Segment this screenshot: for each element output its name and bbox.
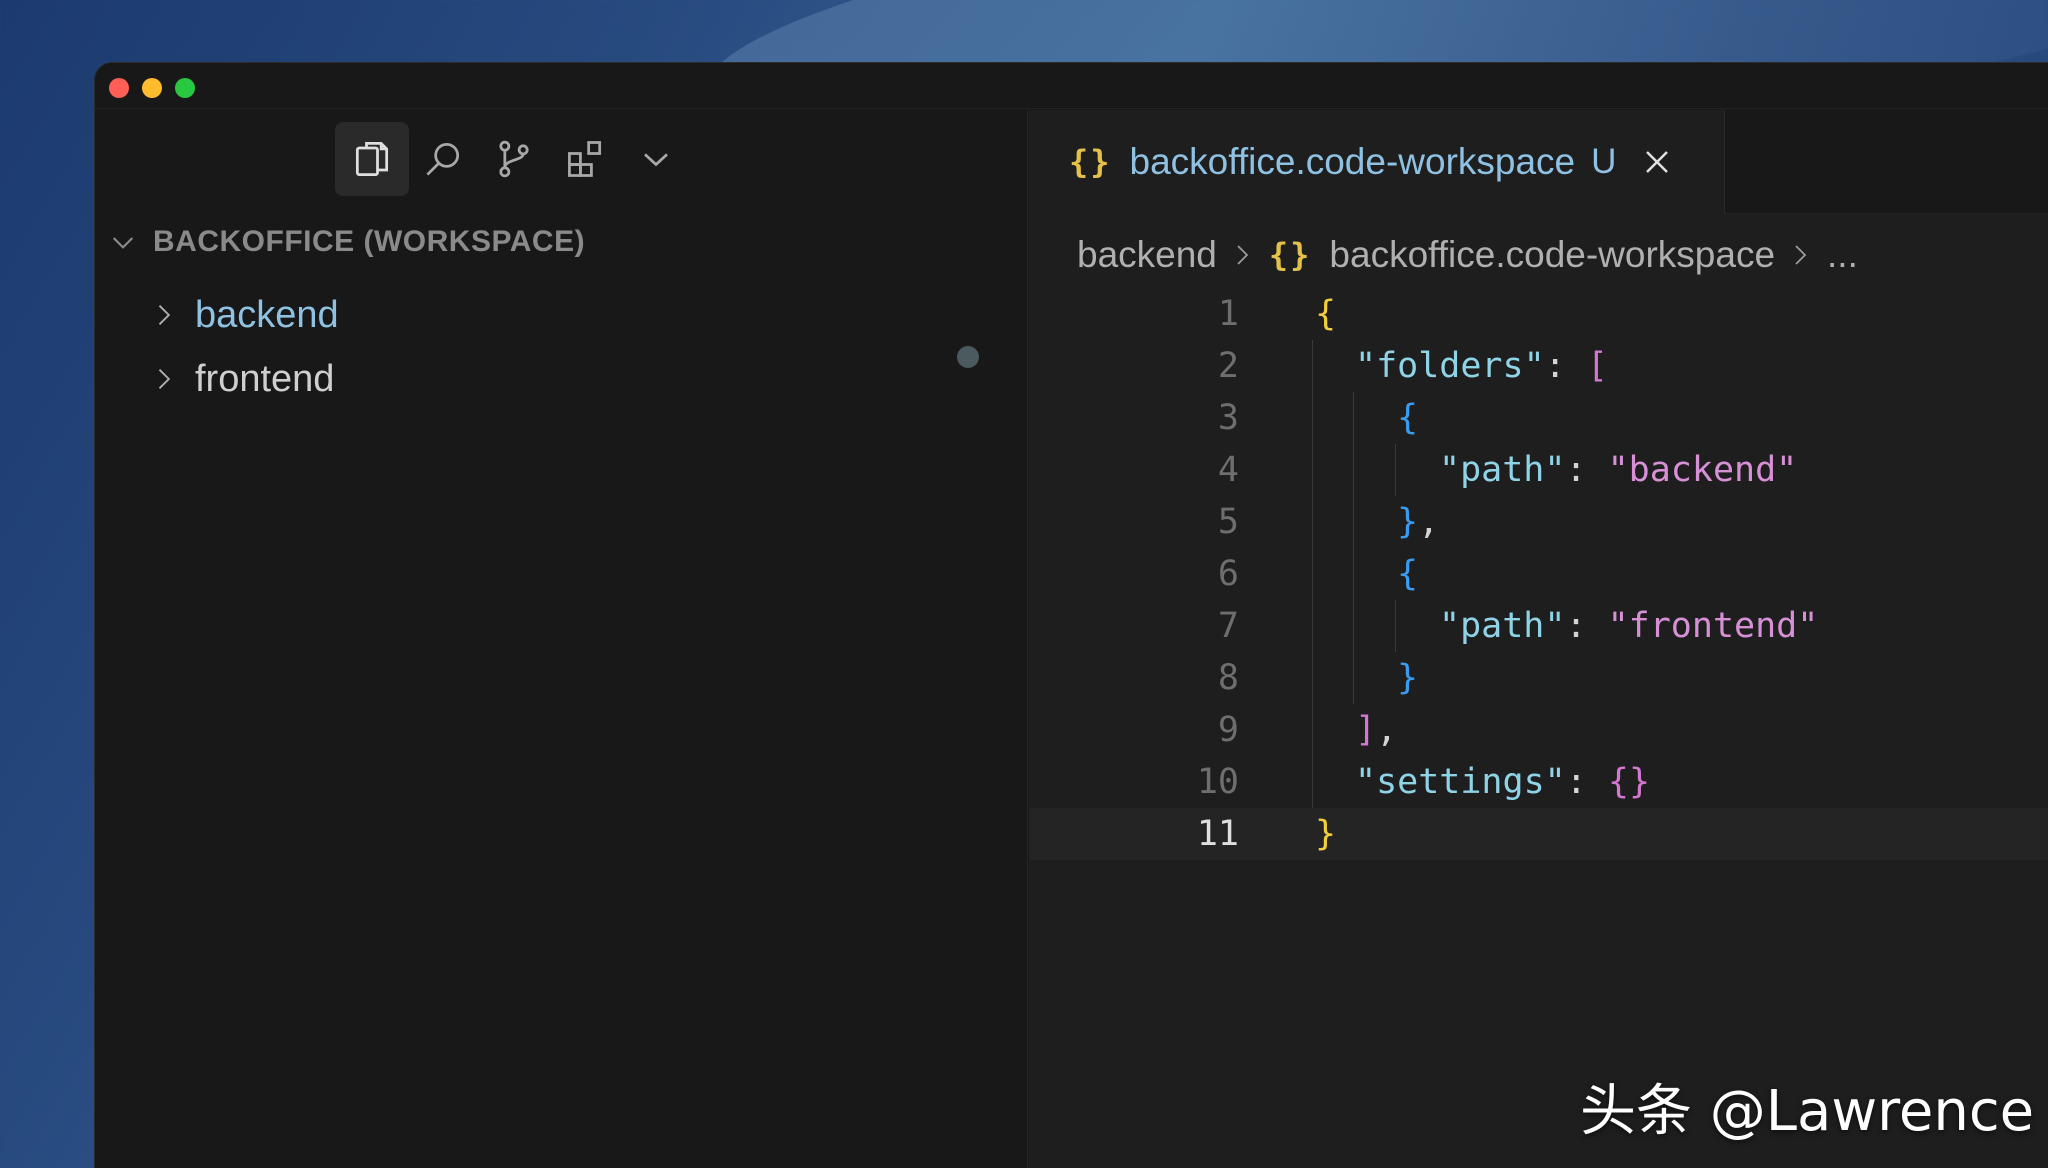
watermark: 头条 @Lawrence — [1580, 1079, 2035, 1144]
code-text: "path": "backend" — [1439, 444, 1797, 496]
code-token: : — [1565, 762, 1608, 802]
code-token: "backend" — [1607, 450, 1798, 490]
code-token: } — [1397, 658, 1419, 698]
code-token: {} — [1607, 762, 1651, 802]
workspace-title: BACKOFFICE (WORKSPACE) — [153, 225, 586, 258]
line-number: 3 — [1217, 398, 1239, 438]
indent-guide — [1353, 392, 1354, 704]
source-control-button[interactable] — [477, 122, 551, 196]
code-line[interactable]: 7 "path": "frontend" — [1029, 600, 2048, 652]
modified-indicator — [957, 346, 979, 368]
code-token: "settings" — [1355, 762, 1566, 802]
line-number: 5 — [1217, 502, 1239, 542]
code-token: , — [1418, 502, 1440, 542]
indent-guide — [1312, 340, 1313, 808]
code-token: } — [1315, 814, 1337, 854]
breadcrumb: backend {} backoffice.code-workspace ... — [1077, 230, 1858, 280]
explorer-icon — [355, 142, 389, 176]
code-token: { — [1397, 554, 1419, 594]
chevron-down-icon — [644, 153, 668, 167]
code-line[interactable]: 4 "path": "backend" — [1029, 444, 2048, 496]
extensions-icon — [568, 141, 602, 177]
line-number: 10 — [1196, 762, 1239, 802]
code-line[interactable]: 8} — [1029, 652, 2048, 704]
line-number: 7 — [1217, 606, 1239, 646]
tree-item-label: frontend — [195, 357, 335, 400]
tree-item-backend[interactable]: backend — [149, 290, 339, 340]
untracked-badge: U — [1591, 142, 1617, 181]
line-number: 9 — [1217, 710, 1239, 750]
json-file-icon: {} — [1069, 143, 1112, 181]
chevron-right-icon — [1237, 245, 1249, 265]
minimize-window-button[interactable] — [142, 78, 162, 98]
chevron-right-icon — [158, 305, 171, 325]
code-token: "path" — [1439, 450, 1566, 490]
code-line[interactable]: 2 "folders": [ — [1029, 340, 2048, 392]
editor-area: {} backoffice.code-workspace U backend {… — [1029, 110, 2048, 1168]
chevron-right-icon — [1795, 245, 1807, 265]
code-line[interactable]: 1{ — [1029, 288, 2048, 340]
line-number: 6 — [1217, 554, 1239, 594]
code-token: , — [1376, 710, 1398, 750]
tab-workspace-file[interactable]: {} backoffice.code-workspace U — [1029, 110, 1725, 214]
close-icon[interactable] — [1642, 147, 1672, 177]
breadcrumb-more[interactable]: ... — [1827, 234, 1858, 276]
search-button[interactable] — [406, 122, 480, 196]
source-control-icon — [499, 140, 529, 178]
code-text: }, — [1397, 496, 1439, 548]
code-text: { — [1397, 548, 1418, 600]
more-views-button[interactable] — [619, 122, 693, 196]
code-text: } — [1315, 808, 1336, 860]
breadcrumb-folder[interactable]: backend — [1077, 234, 1217, 276]
breadcrumb-file[interactable]: backoffice.code-workspace — [1329, 234, 1775, 276]
line-number: 2 — [1217, 346, 1239, 386]
line-number: 8 — [1217, 658, 1239, 698]
json-file-icon: {} — [1268, 236, 1312, 274]
code-token: [ — [1586, 346, 1608, 386]
code-line[interactable]: 9], — [1029, 704, 2048, 756]
line-number: 11 — [1196, 814, 1239, 854]
code-line[interactable]: 6{ — [1029, 548, 2048, 600]
code-text: "path": "frontend" — [1439, 600, 1818, 652]
tree-item-label: backend — [195, 293, 339, 336]
line-number: 1 — [1217, 294, 1239, 334]
code-token: "folders" — [1355, 346, 1545, 386]
code-line[interactable]: 3{ — [1029, 392, 2048, 444]
code-line[interactable]: 5}, — [1029, 496, 2048, 548]
code-token: ] — [1355, 710, 1377, 750]
code-token: "frontend" — [1607, 606, 1819, 646]
tab-bar: {} backoffice.code-workspace U — [1029, 110, 2048, 214]
code-token: : — [1544, 346, 1587, 386]
code-token: { — [1315, 294, 1337, 334]
code-token: : — [1565, 606, 1608, 646]
code-line[interactable]: 10 "settings": {} — [1029, 756, 2048, 808]
search-icon — [426, 142, 460, 176]
vscode-window: BACKOFFICE (WORKSPACE) backend frontend … — [94, 62, 2048, 1168]
tab-label: backoffice.code-workspace — [1129, 141, 1576, 182]
extensions-button[interactable] — [548, 122, 622, 196]
tree-item-frontend[interactable]: frontend — [149, 354, 334, 404]
code-line[interactable]: 11} — [1029, 808, 2048, 860]
explorer-button[interactable] — [335, 122, 409, 196]
code-token: "path" — [1439, 606, 1566, 646]
code-text: ], — [1355, 704, 1397, 756]
sidebar: BACKOFFICE (WORKSPACE) backend frontend — [95, 110, 1028, 1168]
code-text: { — [1397, 392, 1418, 444]
code-token: : — [1565, 450, 1608, 490]
code-text: "folders": [ — [1355, 340, 1608, 392]
indent-guide — [1395, 600, 1396, 652]
code-text: "settings": {} — [1355, 756, 1650, 808]
maximize-window-button[interactable] — [175, 78, 195, 98]
code-token: } — [1397, 502, 1419, 542]
indent-guide — [1395, 444, 1396, 496]
chevron-down-icon — [112, 237, 134, 249]
line-number: 4 — [1217, 450, 1239, 490]
close-window-button[interactable] — [109, 78, 129, 98]
code-text: } — [1397, 652, 1418, 704]
code-text: { — [1315, 288, 1336, 340]
title-bar — [95, 63, 2048, 109]
code-token: { — [1397, 398, 1419, 438]
chevron-right-icon — [158, 369, 171, 389]
workspace-section-header[interactable]: BACKOFFICE (WORKSPACE) — [107, 222, 585, 262]
